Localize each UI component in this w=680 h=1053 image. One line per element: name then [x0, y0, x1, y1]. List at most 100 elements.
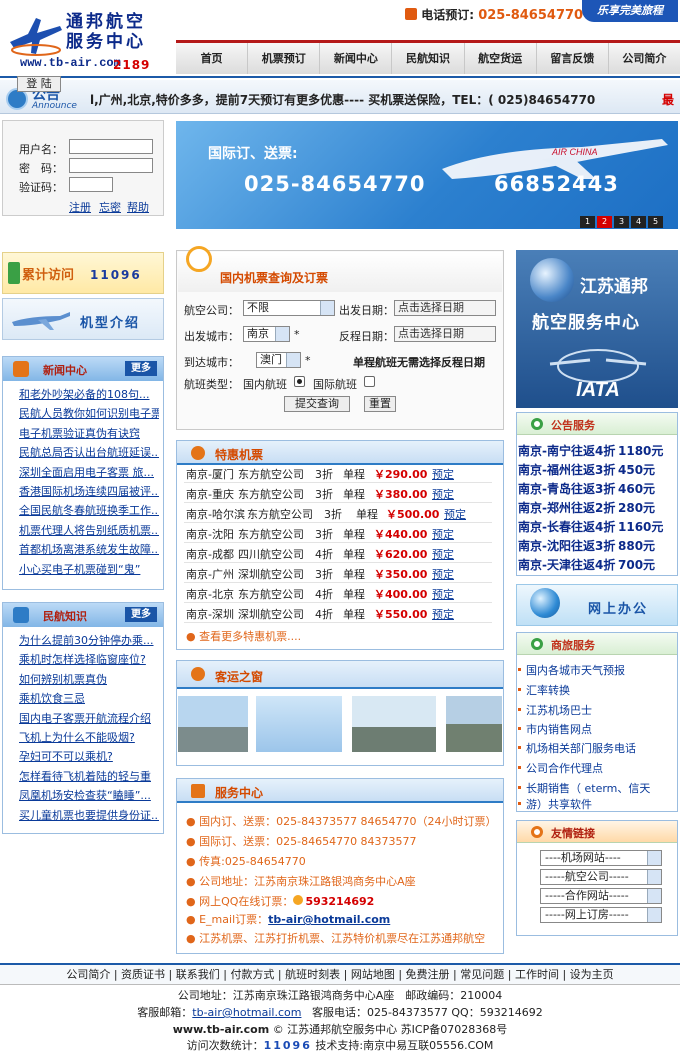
news-item[interactable]: 深圳全面启用电子客票 旅...: [15, 463, 159, 482]
news-item[interactable]: 首都机场离港系统发生故障...: [15, 540, 159, 559]
footer-link[interactable]: 常见问题: [460, 968, 504, 981]
knowledge-item[interactable]: 凤凰机场安检查获“瞌睡”...: [15, 786, 159, 805]
email-link[interactable]: tb-air@hotmail.com: [268, 913, 390, 926]
airline-sites-select[interactable]: -----航空公司-----: [540, 869, 662, 885]
from-city-select[interactable]: 南京: [243, 326, 290, 342]
password-input[interactable]: [69, 158, 153, 173]
knowledge-item[interactable]: 乘机时怎样选择临窗座位?: [15, 650, 159, 669]
airline-select[interactable]: 不限: [243, 300, 335, 316]
book-link[interactable]: 预定: [432, 566, 454, 582]
nav-knowledge[interactable]: 民航知识: [392, 43, 465, 74]
footer-link[interactable]: 资质证书: [121, 968, 165, 981]
footer-link[interactable]: 公司简介: [66, 968, 110, 981]
logo-title[interactable]: 通邦航空 服务中心: [66, 12, 146, 52]
notice-price-row[interactable]: 南京-长春往返4折 1160元: [518, 518, 663, 535]
return-date-input[interactable]: 点击选择日期: [394, 326, 496, 342]
help-link[interactable]: 帮助: [127, 199, 149, 215]
nav-home[interactable]: 首页: [176, 43, 249, 74]
footer-link[interactable]: 联系我们: [176, 968, 220, 981]
footer-link[interactable]: 付款方式: [230, 968, 274, 981]
nav-feedback[interactable]: 留言反馈: [537, 43, 609, 74]
notice-price-row[interactable]: 南京-南宁往返4折 1180元: [518, 442, 663, 459]
footer-support[interactable]: 技术支持:南京中易互联05556.COM: [315, 1039, 493, 1052]
nav-about[interactable]: 公司简介: [609, 43, 680, 74]
notice-price-row[interactable]: 南京-福州往返3折 450元: [518, 461, 655, 478]
captcha-input[interactable]: [69, 177, 113, 192]
business-item[interactable]: 国内各城市天气预报: [518, 662, 625, 678]
book-link[interactable]: 预定: [444, 506, 466, 522]
footer-link[interactable]: 工作时间: [515, 968, 559, 981]
knowledge-item[interactable]: 买儿童机票也要提供身份证...: [15, 806, 159, 825]
business-item[interactable]: 江苏机场巴士: [518, 702, 592, 718]
reset-button[interactable]: 重置: [364, 396, 396, 412]
main-nav: 首页 机票预订 新闻中心 民航知识 航空货运 留言反馈 公司简介: [176, 40, 680, 74]
nav-cargo[interactable]: 航空货运: [465, 43, 537, 74]
news-item[interactable]: 机票代理人将告别纸质机票...: [15, 521, 159, 540]
book-link[interactable]: 预定: [432, 486, 454, 502]
transport-photo[interactable]: [178, 696, 248, 752]
domestic-radio[interactable]: [294, 376, 305, 387]
depart-date-input[interactable]: 点击选择日期: [394, 300, 496, 316]
book-link[interactable]: 预定: [432, 546, 454, 562]
login-button[interactable]: 登 陆: [17, 76, 61, 92]
banner-page-2[interactable]: 2: [597, 216, 612, 228]
notice-price-row[interactable]: 南京-沈阳往返3折 880元: [518, 537, 655, 554]
business-item[interactable]: 长期销售（ eterm、信天: [517, 780, 650, 796]
news-item[interactable]: 香港国际机场连续四届被评...: [15, 482, 159, 501]
more-specials-link[interactable]: ● 查看更多特惠机票....: [186, 628, 301, 644]
news-item[interactable]: 全国民航冬春航班换季工作...: [15, 501, 159, 520]
news-more-button[interactable]: 更多: [125, 361, 157, 376]
nav-news[interactable]: 新闻中心: [320, 43, 393, 74]
transport-photo[interactable]: [446, 696, 502, 752]
notice-price-row[interactable]: 南京-郑州往返2折 280元: [518, 499, 655, 516]
knowledge-item[interactable]: 孕妇可不可以乘机?: [15, 747, 159, 766]
knowledge-item[interactable]: 怎样看待飞机着陆的轻与重: [15, 767, 159, 786]
international-radio[interactable]: [364, 376, 375, 387]
business-item[interactable]: 汇率转换: [518, 682, 570, 698]
partner-sites-select[interactable]: -----合作网站-----: [540, 888, 662, 904]
book-link[interactable]: 预定: [432, 526, 454, 542]
business-item[interactable]: 机场相关部门服务电话: [518, 740, 636, 756]
airport-sites-select[interactable]: ----机场网站----: [540, 850, 662, 866]
register-link[interactable]: 注册: [69, 199, 91, 215]
notice-price-row[interactable]: 南京-天津往返4折 700元: [518, 556, 655, 573]
transport-photo[interactable]: [256, 696, 342, 752]
footer-link[interactable]: 航班时刻表: [285, 968, 340, 981]
knowledge-item[interactable]: 乘机饮食三忌: [15, 689, 159, 708]
book-link[interactable]: 预定: [432, 606, 454, 622]
username-input[interactable]: [69, 139, 153, 154]
notice-title: 公告服务: [551, 419, 595, 432]
business-item[interactable]: 市内销售网点: [518, 721, 592, 737]
transport-photo[interactable]: [352, 696, 436, 752]
book-link[interactable]: 预定: [432, 466, 454, 482]
knowledge-item[interactable]: 国内电子客票开航流程介绍: [15, 709, 159, 728]
banner-page-1[interactable]: 1: [580, 216, 595, 228]
banner-page-3[interactable]: 3: [614, 216, 629, 228]
knowledge-item[interactable]: 飞机上为什么不能吸烟?: [15, 728, 159, 747]
notice-price-row[interactable]: 南京-青岛往返3折 460元: [518, 480, 655, 497]
nav-booking[interactable]: 机票预订: [248, 43, 321, 74]
announcement-marquee[interactable]: l,广州,北京,特价多多，提前7天预订有更多优惠---- 买机票送保险，TEL：…: [90, 91, 595, 108]
book-link[interactable]: 预定: [432, 586, 454, 602]
footer-email-link[interactable]: tb-air@hotmail.com: [192, 1006, 301, 1019]
hotel-sites-select[interactable]: -----网上订房-----: [540, 907, 662, 923]
knowledge-item[interactable]: 为什么提前30分钟停办乘...: [15, 631, 159, 650]
news-item[interactable]: 小心买电子机票碰到“鬼”: [15, 560, 159, 579]
footer-link[interactable]: 网站地图: [351, 968, 395, 981]
submit-query-button[interactable]: 提交查询: [284, 396, 350, 412]
footer-link[interactable]: 设为主页: [570, 968, 614, 981]
footer-link[interactable]: 免费注册: [406, 968, 450, 981]
knowledge-item[interactable]: 如何辨别机票真伪: [15, 670, 159, 689]
knowledge-more-button[interactable]: 更多: [125, 607, 157, 622]
to-city-select[interactable]: 澳门: [256, 352, 301, 368]
news-item[interactable]: 电子机票验证真伪有诀窍: [15, 424, 159, 443]
business-item[interactable]: 公司合作代理点: [518, 760, 603, 776]
news-item[interactable]: 民航人员教你如何识别电子票: [15, 404, 159, 423]
forgot-password-link[interactable]: 忘密: [99, 199, 121, 215]
news-item[interactable]: 和老外吵架必备的108句...: [15, 385, 159, 404]
qq-number[interactable]: 593214692: [305, 895, 374, 908]
news-item[interactable]: 民航总局否认出台航班延误...: [15, 443, 159, 462]
banner-page-5[interactable]: 5: [648, 216, 663, 228]
business-item-continued[interactable]: 游）共享软件: [518, 796, 592, 812]
banner-page-4[interactable]: 4: [631, 216, 646, 228]
